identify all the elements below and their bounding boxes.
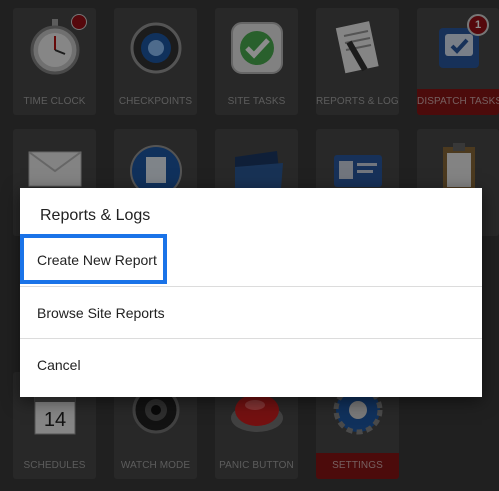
dialog-title: Reports & Logs — [40, 207, 151, 224]
reports-logs-dialog: Reports & Logs Create New Report Browse … — [20, 188, 482, 397]
cancel-option[interactable]: Cancel — [20, 339, 482, 391]
browse-site-reports-option[interactable]: Browse Site Reports — [20, 287, 482, 339]
selection-highlight — [20, 234, 167, 284]
